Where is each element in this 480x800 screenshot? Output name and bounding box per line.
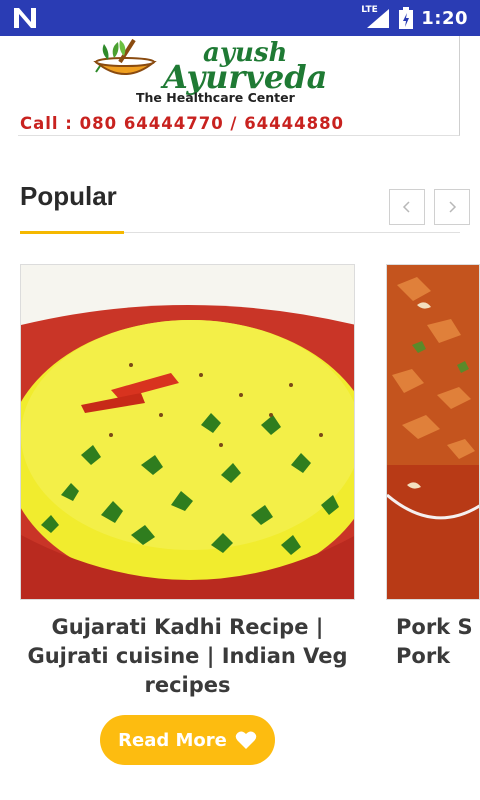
lte-signal-icon: LTE [361, 5, 391, 29]
heart-icon [235, 731, 257, 749]
phone-number: Call : 080 64444770 / 64444880 [20, 114, 345, 133]
n-notification-icon [14, 8, 36, 28]
section-title: Popular [20, 181, 117, 211]
pork-dish-photo[interactable] [386, 264, 480, 600]
card-title-partial[interactable]: Pork S Pork [386, 613, 480, 671]
battery-icon [399, 7, 414, 29]
read-more-button[interactable]: Read More [100, 715, 275, 765]
read-more-label: Read More [118, 729, 227, 751]
ad-banner[interactable]: ayush Ayurveda The Healthcare Center Cal… [18, 36, 460, 136]
status-bar: LTE 1:20 [0, 0, 480, 36]
section-accent-bar [20, 231, 124, 234]
carousel-prev-button[interactable] [389, 189, 425, 225]
chevron-left-icon [402, 201, 410, 213]
brand-subtitle: The Healthcare Center [136, 90, 295, 105]
clock: 1:20 [421, 7, 468, 29]
mortar-and-herbs-icon [93, 38, 157, 75]
chevron-right-icon [449, 201, 457, 213]
carousel-next-button[interactable] [434, 189, 470, 225]
screen: LTE 1:20 ayush Ayurveda The Healthcare C… [0, 0, 480, 800]
kadhi-dish-photo[interactable] [20, 264, 355, 600]
card-title[interactable]: Gujarati Kadhi Recipe | Gujrati cuisine … [20, 613, 355, 700]
status-icons: LTE 1:20 [361, 0, 468, 36]
